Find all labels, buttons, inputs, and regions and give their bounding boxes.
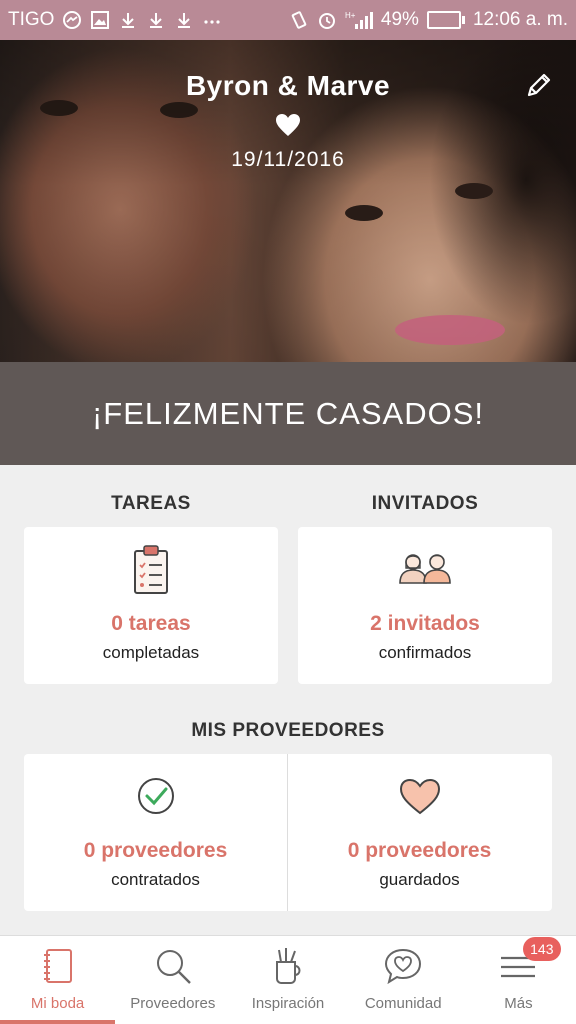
vendors-card: 0 proveedores contratados 0 proveedores … xyxy=(24,754,552,911)
alarm-icon xyxy=(317,10,337,30)
notification-badge: 143 xyxy=(522,937,561,961)
saved-vendors[interactable]: 0 proveedores guardados xyxy=(288,754,551,911)
couple-names: Byron & Marve xyxy=(185,70,391,101)
saved-vendors-count: 0 proveedores xyxy=(347,839,492,862)
edit-pencil-icon[interactable] xyxy=(524,70,554,100)
hired-vendors-subtitle: contratados xyxy=(111,870,200,889)
married-banner: ¡FELIZMENTE CASADOS! xyxy=(0,362,576,465)
tasks-subtitle: completadas xyxy=(102,643,200,662)
saved-vendors-subtitle: guardados xyxy=(379,870,460,889)
guests-title: INVITADOS xyxy=(371,493,479,514)
nav-inspiracion[interactable]: Inspiración xyxy=(230,936,345,1024)
nav-proveedores[interactable]: Proveedores xyxy=(115,936,230,1024)
tasks-count: 0 tareas xyxy=(111,612,191,635)
bottom-nav: Mi boda Proveedores Inspiración Comunida… xyxy=(0,935,576,1024)
heart-icon xyxy=(276,114,300,136)
nav-mi-boda[interactable]: Mi boda xyxy=(0,936,116,1024)
nav-label: Mi boda xyxy=(30,995,85,1012)
search-icon xyxy=(156,950,191,984)
signal-icon: H+ xyxy=(345,10,373,30)
check-circle-icon xyxy=(137,778,174,814)
tasks-title: TAREAS xyxy=(111,493,191,514)
notebook-icon xyxy=(43,949,72,983)
tasks-card[interactable]: 0 tareas completadas xyxy=(24,527,278,684)
vibrate-icon xyxy=(289,10,309,30)
heart-outline-icon xyxy=(399,778,440,815)
more-icon xyxy=(202,10,222,30)
nav-label: Proveedores xyxy=(130,995,216,1012)
vendors-title: MIS PROVEEDORES xyxy=(191,720,385,741)
pencil-cup-icon xyxy=(276,948,301,984)
nav-label: Comunidad xyxy=(364,995,442,1012)
download-icon xyxy=(146,10,166,30)
nav-comunidad[interactable]: Comunidad xyxy=(346,936,461,1024)
status-bar: TIGO H+ 49% 12:06 a. m. xyxy=(0,0,576,40)
chat-heart-icon xyxy=(385,948,422,985)
hired-vendors[interactable]: 0 proveedores contratados xyxy=(24,754,287,911)
carrier-label: TIGO xyxy=(8,9,55,30)
banner-text: ¡FELIZMENTE CASADOS! xyxy=(91,395,485,431)
svg-text:H+: H+ xyxy=(345,11,356,20)
messenger-icon xyxy=(62,10,82,30)
guests-subtitle: confirmados xyxy=(378,643,472,662)
nav-label: Inspiración xyxy=(251,995,325,1012)
guests-count: 2 invitados xyxy=(370,612,480,635)
download-icon xyxy=(174,10,194,30)
wedding-date: 19/11/2016 xyxy=(231,148,345,171)
battery-percent: 49% xyxy=(380,9,419,30)
guests-icon xyxy=(399,554,451,584)
nav-label: Más xyxy=(504,995,533,1012)
clock: 12:06 a. m. xyxy=(472,9,568,30)
guests-card[interactable]: 2 invitados confirmados xyxy=(298,527,552,684)
battery-charging-icon xyxy=(426,11,465,29)
hired-vendors-count: 0 proveedores xyxy=(83,839,228,862)
nav-mas[interactable]: 143 Más xyxy=(461,936,576,1024)
image-icon xyxy=(90,10,110,30)
active-tab-indicator xyxy=(0,1020,116,1024)
clipboard-checklist-icon xyxy=(134,545,168,594)
download-icon xyxy=(118,10,138,30)
